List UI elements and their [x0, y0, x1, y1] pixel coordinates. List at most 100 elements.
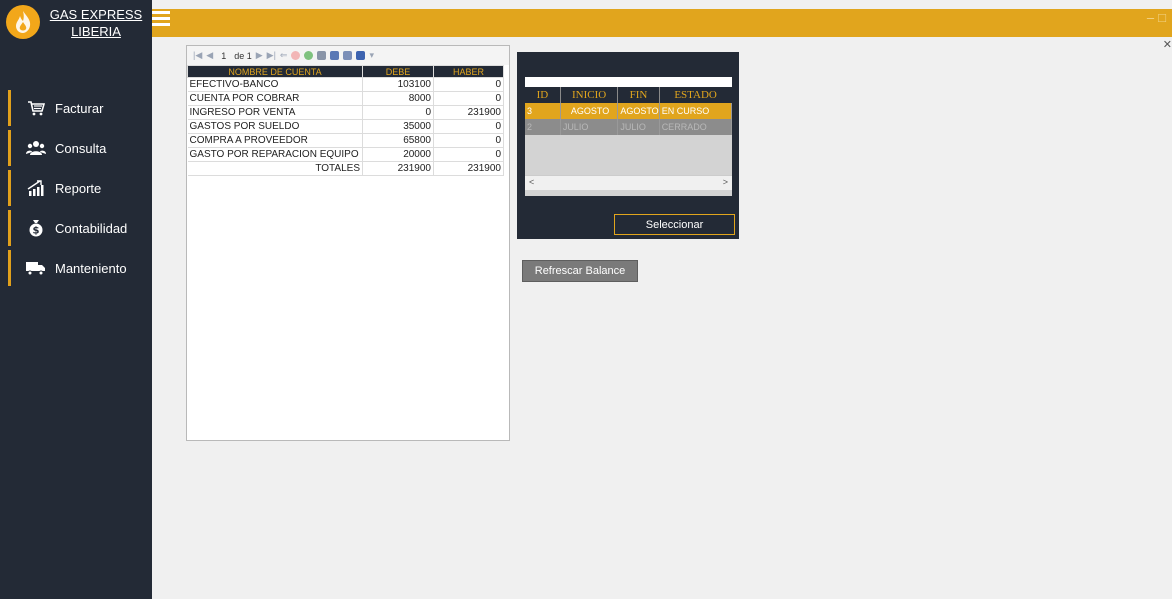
sidebar-item-label: Contabilidad	[55, 220, 128, 236]
next-page-icon[interactable]: ▶	[256, 50, 263, 61]
period-start-cell[interactable]: JULIO	[560, 119, 619, 135]
scroll-left-icon[interactable]: <	[529, 177, 534, 187]
credit-cell: 0	[433, 133, 504, 148]
window-controls[interactable]: –□	[1147, 10, 1170, 25]
sidebar: GAS EXPRESS LIBERIA Facturar Consulta Re…	[0, 0, 152, 599]
truck-icon	[25, 257, 47, 279]
last-page-icon[interactable]: ▶|	[267, 50, 276, 61]
sidebar-item-label: Reporte	[55, 180, 102, 196]
sidebar-item-reporte[interactable]: Reporte	[8, 170, 152, 206]
period-status-cell[interactable]: EN CURSO	[659, 103, 733, 119]
column-header: NOMBRE DE CUENTA	[187, 65, 363, 78]
debit-cell: 0	[362, 105, 434, 120]
debit-cell: 35000	[362, 119, 434, 134]
period-grid-body: ID INICIO FIN ESTADO 3 AGOSTO AGOSTO EN …	[525, 87, 733, 196]
report-toolbar: |◀ ◀ 1 de 1 ▶ ▶| ⇐ ▾	[187, 46, 509, 65]
table-row[interactable]: 2 JULIO JULIO CERRADO	[525, 119, 733, 135]
table-header-row: ID INICIO FIN ESTADO	[525, 87, 732, 103]
scroll-right-icon[interactable]: >	[723, 177, 728, 187]
brand-line2: LIBERIA	[71, 24, 121, 39]
debit-total: 231900	[362, 161, 434, 176]
money-bag-icon: $	[25, 217, 47, 239]
print-icon[interactable]	[317, 51, 327, 60]
table-row: GASTOS POR SUELDO 35000 0	[187, 119, 504, 134]
sidebar-item-label: Consulta	[55, 140, 107, 156]
back-icon[interactable]: ⇐	[280, 50, 288, 61]
period-start-cell[interactable]: AGOSTO	[560, 103, 619, 119]
table-row: CUENTA POR COBRAR 8000 0	[187, 91, 504, 106]
period-status-cell[interactable]: CERRADO	[659, 119, 733, 135]
maximize-icon[interactable]: □	[1158, 10, 1170, 25]
account-name-cell: GASTOS POR SUELDO	[187, 119, 363, 134]
prev-page-icon[interactable]: ◀	[206, 50, 213, 61]
period-id-cell[interactable]: 2	[525, 119, 561, 135]
table-row[interactable]: 3 AGOSTO AGOSTO EN CURSO	[525, 103, 733, 119]
refresh-balance-button[interactable]: Refrescar Balance	[522, 260, 638, 282]
cart-icon	[25, 97, 47, 119]
sidebar-item-label: Manteniento	[55, 260, 127, 276]
credit-cell: 0	[433, 77, 504, 92]
current-page-input[interactable]: 1	[221, 51, 226, 61]
select-period-button[interactable]: Seleccionar	[614, 214, 735, 235]
flame-icon	[6, 5, 40, 39]
sidebar-item-manteniento[interactable]: Manteniento	[8, 250, 152, 286]
credit-cell: 231900	[433, 105, 504, 120]
minimize-icon[interactable]: –	[1147, 10, 1158, 25]
totals-label: TOTALES	[187, 161, 363, 176]
column-header[interactable]: ESTADO	[659, 87, 732, 103]
account-name-cell: COMPRA A PROVEEDOR	[187, 133, 363, 148]
account-name-cell: INGRESO POR VENTA	[187, 105, 363, 120]
sidebar-item-contabilidad[interactable]: $ Contabilidad	[8, 210, 152, 246]
credit-total: 231900	[433, 161, 504, 176]
page-setup-icon[interactable]	[343, 51, 353, 60]
column-header[interactable]: ID	[525, 87, 561, 103]
brand-title[interactable]: GAS EXPRESS LIBERIA	[44, 6, 148, 40]
close-icon[interactable]: ✕	[1163, 38, 1172, 51]
column-header: HABER	[433, 65, 504, 78]
balance-table: NOMBRE DE CUENTA DEBE HABER EFECTIVO-BAN…	[187, 65, 504, 176]
app-window: GAS EXPRESS LIBERIA Facturar Consulta Re…	[0, 0, 1172, 599]
top-bar	[152, 9, 1172, 37]
table-row: COMPRA A PROVEEDOR 65800 0	[187, 133, 504, 148]
debit-cell: 65800	[362, 133, 434, 148]
debit-cell: 8000	[362, 91, 434, 106]
horizontal-scrollbar[interactable]: < >	[525, 175, 732, 190]
table-row: EFECTIVO-BANCO 103100 0	[187, 77, 504, 92]
stop-icon[interactable]	[291, 51, 301, 60]
column-header: DEBE	[362, 65, 434, 78]
period-id-cell[interactable]: 3	[525, 103, 561, 119]
account-name-cell: EFECTIVO-BANCO	[187, 77, 363, 92]
account-name-cell: CUENTA POR COBRAR	[187, 91, 363, 106]
credit-cell: 0	[433, 147, 504, 162]
period-end-cell[interactable]: AGOSTO	[617, 103, 660, 119]
table-header-row: NOMBRE DE CUENTA DEBE HABER	[187, 65, 504, 78]
sidebar-item-consulta[interactable]: Consulta	[8, 130, 152, 166]
export-icon[interactable]	[356, 51, 366, 60]
credit-cell: 0	[433, 119, 504, 134]
period-table: ID INICIO FIN ESTADO 3 AGOSTO AGOSTO EN …	[525, 87, 733, 135]
sidebar-item-facturar[interactable]: Facturar	[8, 90, 152, 126]
brand-header: GAS EXPRESS LIBERIA	[0, 0, 152, 46]
column-header[interactable]: INICIO	[560, 87, 619, 103]
period-selector-panel: ID INICIO FIN ESTADO 3 AGOSTO AGOSTO EN …	[517, 52, 739, 239]
hamburger-menu-icon[interactable]	[152, 9, 172, 27]
first-page-icon[interactable]: |◀	[193, 50, 202, 61]
page-count-label: de 1	[234, 50, 252, 61]
account-name-cell: GASTO POR REPARACION EQUIPO	[187, 147, 363, 162]
refresh-icon[interactable]	[304, 51, 314, 60]
column-header[interactable]: FIN	[617, 87, 660, 103]
print-layout-icon[interactable]	[330, 51, 340, 60]
period-end-cell[interactable]: JULIO	[617, 119, 660, 135]
debit-cell: 20000	[362, 147, 434, 162]
table-row: GASTO POR REPARACION EQUIPO 20000 0	[187, 147, 504, 162]
totals-row: TOTALES 231900 231900	[187, 161, 504, 176]
chevron-down-icon[interactable]: ▾	[369, 50, 374, 61]
svg-text:$: $	[33, 226, 40, 237]
balance-report-viewer: |◀ ◀ 1 de 1 ▶ ▶| ⇐ ▾ NOMBRE DE CUENTA DE…	[186, 45, 510, 441]
credit-cell: 0	[433, 91, 504, 106]
users-icon	[25, 137, 47, 159]
brand-line1: GAS EXPRESS	[49, 7, 143, 22]
table-row: INGRESO POR VENTA 0 231900	[187, 105, 504, 120]
debit-cell: 103100	[362, 77, 434, 92]
period-grid: ID INICIO FIN ESTADO 3 AGOSTO AGOSTO EN …	[525, 77, 733, 196]
